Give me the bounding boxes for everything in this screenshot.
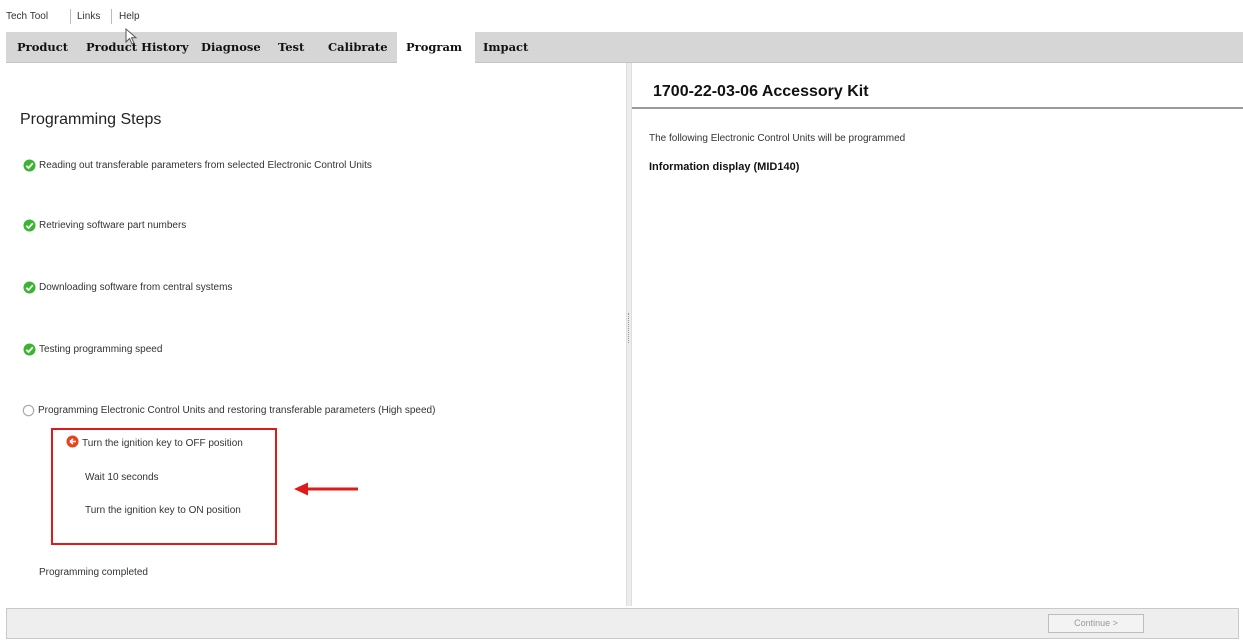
check-icon xyxy=(23,159,36,172)
ecu-intro-text: The following Electronic Control Units w… xyxy=(649,133,906,144)
ecu-name: Information display (MID140) xyxy=(649,161,800,173)
tab-impact[interactable]: Impact xyxy=(483,32,528,62)
red-arrow-icon xyxy=(294,482,358,496)
step-label: Downloading software from central system… xyxy=(39,282,233,293)
pending-circle-icon xyxy=(22,404,35,417)
splitter-grip[interactable] xyxy=(628,313,630,343)
action-required-icon xyxy=(66,435,79,448)
tab-bar: Product Product History Diagnose Test Ca… xyxy=(6,32,1243,63)
continue-button[interactable]: Continue > xyxy=(1048,614,1144,633)
menu-bar: Tech Tool Links Help xyxy=(0,0,1243,30)
check-icon xyxy=(23,281,36,294)
menu-separator xyxy=(111,9,112,24)
step-label: Reading out transferable parameters from… xyxy=(39,160,372,171)
step-label: Programming Electronic Control Units and… xyxy=(38,405,436,416)
substep-wait: Wait 10 seconds xyxy=(85,472,159,483)
check-icon xyxy=(23,343,36,356)
substep-ignition-on: Turn the ignition key to ON position xyxy=(85,505,241,516)
tab-test[interactable]: Test xyxy=(278,32,304,62)
menu-links[interactable]: Links xyxy=(77,11,100,22)
menu-tech-tool[interactable]: Tech Tool xyxy=(6,11,48,22)
tab-diagnose[interactable]: Diagnose xyxy=(201,32,261,62)
step-label: Testing programming speed xyxy=(39,344,163,355)
tab-program[interactable]: Program xyxy=(397,32,475,63)
accessory-kit-panel: 1700-22-03-06 Accessory Kit The followin… xyxy=(632,63,1243,606)
bottom-bar: Continue > xyxy=(6,608,1239,639)
tab-product[interactable]: Product xyxy=(17,32,68,62)
programming-steps-title: Programming Steps xyxy=(20,111,162,128)
kit-header: 1700-22-03-06 Accessory Kit xyxy=(632,69,1243,109)
check-icon xyxy=(23,219,36,232)
tab-calibrate[interactable]: Calibrate xyxy=(328,32,388,62)
mouse-cursor-icon xyxy=(125,28,138,45)
menu-separator xyxy=(70,9,71,24)
step-label: Retrieving software part numbers xyxy=(39,220,187,231)
programming-completed-label: Programming completed xyxy=(39,567,148,578)
substep-ignition-off: Turn the ignition key to OFF position xyxy=(82,438,243,449)
kit-title: 1700-22-03-06 Accessory Kit xyxy=(653,83,869,100)
menu-help[interactable]: Help xyxy=(119,11,140,22)
